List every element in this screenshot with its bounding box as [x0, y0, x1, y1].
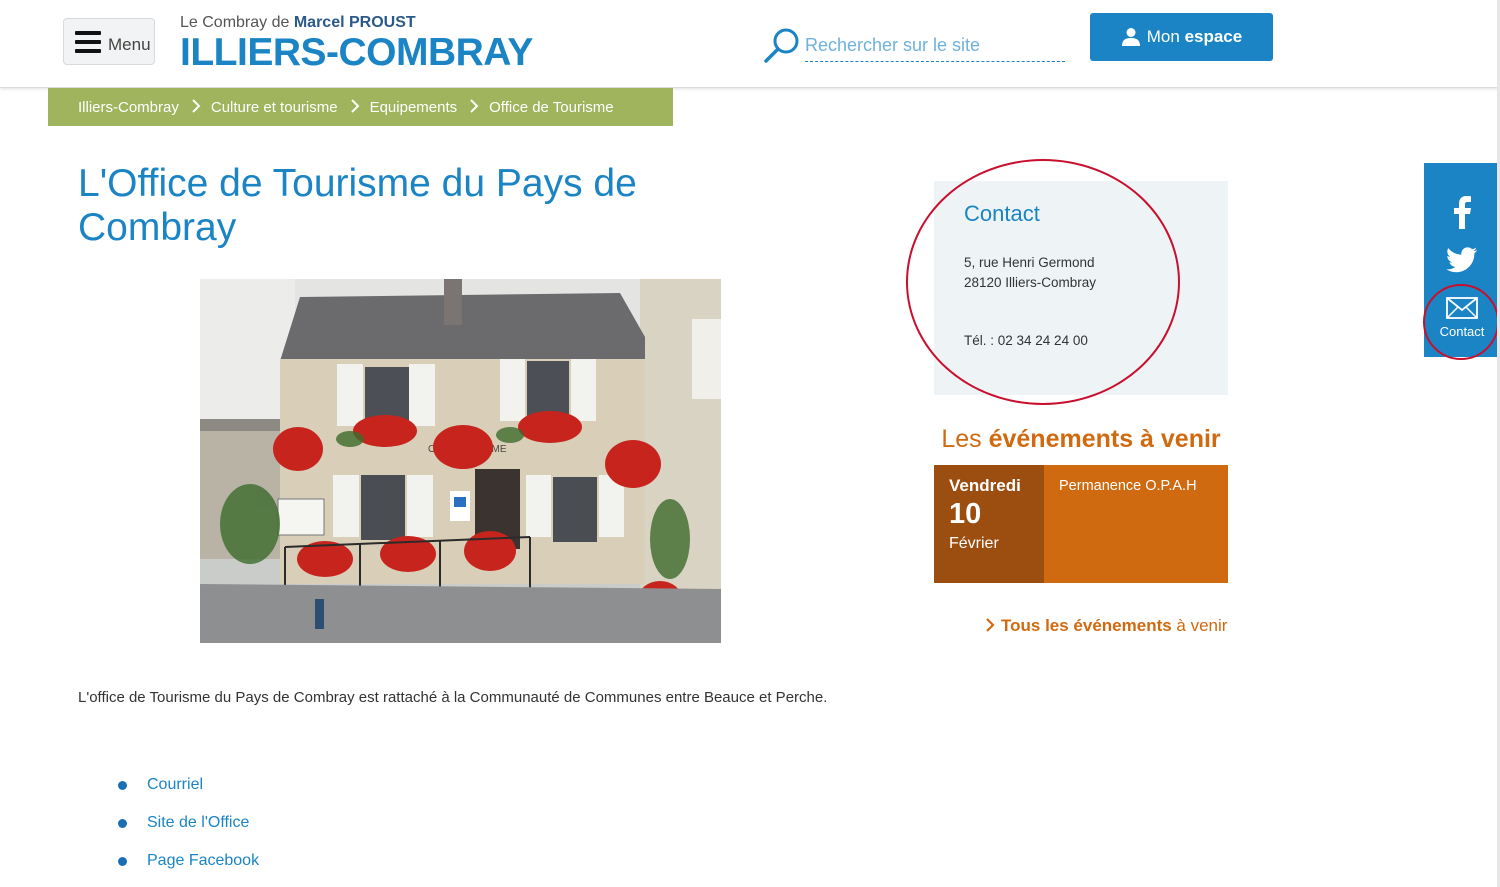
account-label: Mon espace — [1147, 27, 1242, 47]
mail-icon — [1446, 297, 1478, 319]
facebook-icon — [1454, 196, 1471, 229]
tagline-prefix: Le Combray de — [180, 14, 294, 31]
twitter-icon — [1446, 247, 1478, 273]
search-icon[interactable] — [762, 26, 802, 64]
contact-title: Contact — [964, 201, 1040, 226]
address-line-2: 28120 Illiers-Combray — [964, 275, 1097, 290]
event-month: Février — [949, 535, 999, 552]
contact-box: Contact 5, rue Henri Germond 28120 Illie… — [934, 181, 1228, 395]
breadcrumb-item-home[interactable]: Illiers-Combray — [78, 99, 179, 116]
tagline-name: Marcel PROUST — [293, 14, 416, 31]
contact-mail-button[interactable] — [1424, 297, 1500, 319]
all-events-rest: à venir — [1171, 616, 1228, 635]
social-sidebar: Contact — [1424, 163, 1500, 357]
contact-phone: Tél. : 02 34 24 24 00 — [964, 333, 1088, 348]
chevron-right-icon — [986, 618, 995, 632]
event-day: Vendredi — [949, 476, 1021, 495]
breadcrumb-item-culture[interactable]: Culture et tourisme — [211, 99, 338, 116]
breadcrumb-item-current: Office de Tourisme — [489, 98, 614, 116]
account-label-bold: espace — [1184, 27, 1243, 46]
bullet-icon — [118, 819, 127, 828]
chevron-right-icon — [469, 98, 479, 116]
event-date: Vendredi 10 Février — [934, 465, 1044, 583]
event-day-number: 10 — [949, 498, 982, 530]
link-courriel[interactable]: Courriel — [147, 776, 203, 794]
link-facebook-page[interactable]: Page Facebook — [147, 852, 259, 870]
event-name: Permanence O.P.A.H — [1044, 465, 1228, 583]
intro-text: L'office de Tourisme du Pays de Combray … — [78, 689, 828, 706]
breadcrumb: Illiers-Combray Culture et tourisme Equi… — [48, 88, 673, 126]
events-title-pre: Les — [941, 425, 989, 453]
site-tagline: Le Combray de Marcel PROUST — [180, 14, 533, 32]
facebook-button[interactable] — [1424, 195, 1500, 229]
site-header: Menu Le Combray de Marcel PROUST ILLIERS… — [0, 0, 1500, 88]
events-title-bold: événements à venir — [988, 425, 1221, 453]
hamburger-icon — [75, 31, 101, 53]
account-label-pre: Mon — [1146, 27, 1185, 46]
all-events-bold: Tous les événements — [1001, 616, 1172, 635]
address-line-1: 5, rue Henri Germond — [964, 255, 1095, 270]
twitter-button[interactable] — [1424, 247, 1500, 273]
events-title: Les événements à venir — [934, 425, 1228, 454]
site-name: ILLIERS-COMBRAY — [180, 31, 533, 74]
menu-button[interactable]: Menu — [63, 18, 155, 65]
page-title: L'Office de Tourisme du Pays de Combray — [78, 162, 637, 249]
contact-sidebar-label[interactable]: Contact — [1424, 324, 1500, 339]
bullet-icon — [118, 857, 127, 866]
user-icon — [1121, 28, 1140, 46]
search-input[interactable] — [805, 26, 1065, 62]
chevron-right-icon — [350, 98, 360, 116]
chevron-right-icon — [191, 98, 201, 116]
tourism-office-photo: OF E TOURISME — [200, 279, 721, 643]
bullet-icon — [118, 781, 127, 790]
event-card[interactable]: Vendredi 10 Février Permanence O.P.A.H — [934, 465, 1228, 583]
menu-label: Menu — [108, 35, 151, 54]
account-button[interactable]: Mon espace — [1090, 13, 1273, 61]
breadcrumb-item-equipements[interactable]: Equipements — [370, 99, 458, 116]
all-events-link[interactable]: Tous les événements à venir — [985, 616, 1227, 636]
link-site-office[interactable]: Site de l'Office — [147, 814, 249, 832]
contact-address: 5, rue Henri Germond 28120 Illiers-Combr… — [964, 253, 1198, 293]
site-logo[interactable]: Le Combray de Marcel PROUST ILLIERS-COMB… — [180, 14, 533, 73]
